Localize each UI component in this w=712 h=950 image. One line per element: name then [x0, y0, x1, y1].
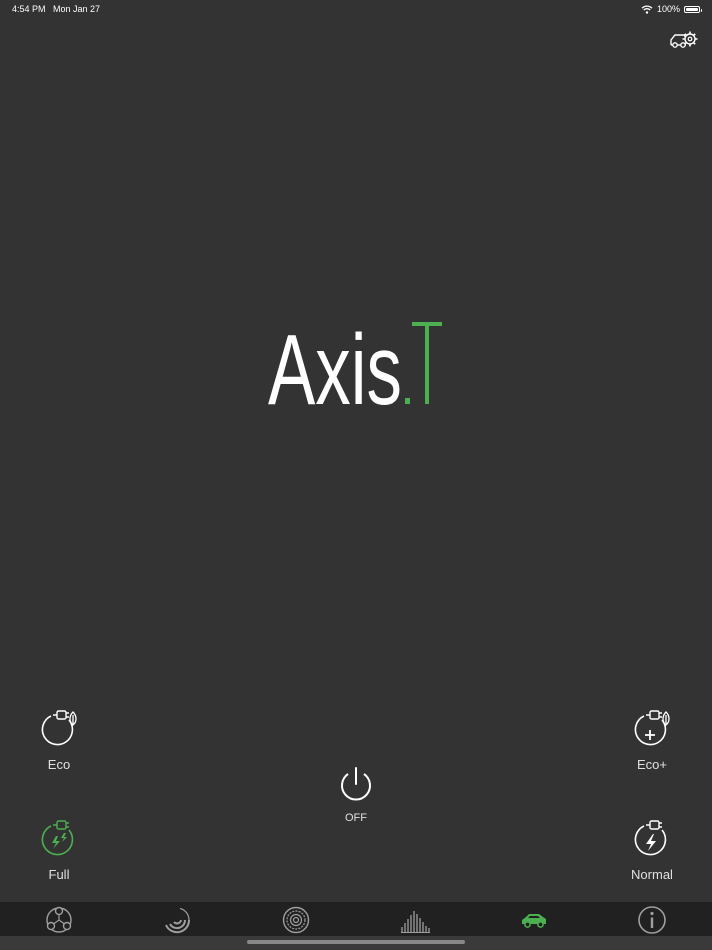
status-bar: 4:54 PM Mon Jan 27 100% [0, 0, 712, 18]
equalizer-bars-icon [401, 911, 430, 933]
info-icon [638, 906, 666, 934]
status-indicators: 100% [641, 2, 702, 16]
tab-bar [0, 902, 712, 936]
tab-info[interactable] [637, 905, 667, 935]
mode-eco-label: Eco [47, 757, 71, 772]
status-date: Mon Jan 27 [53, 4, 101, 14]
logo-t-accent [412, 322, 442, 404]
mode-full-button[interactable]: Full [19, 816, 99, 882]
mode-eco-button[interactable]: Eco [19, 706, 99, 772]
axis-t-logo: Axis [268, 316, 442, 412]
radial-gauge-icon [165, 907, 191, 934]
car-gear-icon [670, 31, 698, 48]
vehicle-settings-button[interactable] [668, 26, 700, 52]
battery-percent: 100% [656, 4, 680, 14]
power-icon [341, 767, 371, 801]
battery-icon [684, 5, 702, 13]
mode-normal-label: Normal [631, 867, 673, 882]
wifi-icon [641, 4, 653, 14]
plug-leaf-plus-icon [634, 710, 670, 746]
home-indicator[interactable] [247, 940, 465, 944]
plug-bolt-icon [634, 820, 667, 856]
status-time: 4:54 PM [12, 4, 46, 14]
tab-radial[interactable] [162, 905, 192, 935]
plug-double-bolt-icon [41, 820, 74, 856]
mode-full-label: Full [48, 867, 70, 882]
concentric-rings-icon [282, 906, 310, 934]
power-label: OFF [345, 812, 367, 824]
mode-eco-plus-button[interactable]: Eco+ [612, 706, 692, 772]
tab-triad[interactable] [44, 905, 74, 935]
tab-rings[interactable] [281, 905, 311, 935]
tab-car[interactable] [519, 905, 549, 935]
plug-leaf-icon [41, 710, 77, 746]
power-button[interactable]: OFF [326, 764, 386, 824]
tab-equalizer[interactable] [400, 905, 430, 935]
mode-eco-plus-label: Eco+ [637, 757, 667, 772]
logo-text: Axis [268, 316, 402, 412]
triad-circles-icon [46, 906, 72, 933]
car-icon [522, 914, 546, 928]
mode-normal-button[interactable]: Normal [612, 816, 692, 882]
logo-dot [405, 398, 410, 404]
